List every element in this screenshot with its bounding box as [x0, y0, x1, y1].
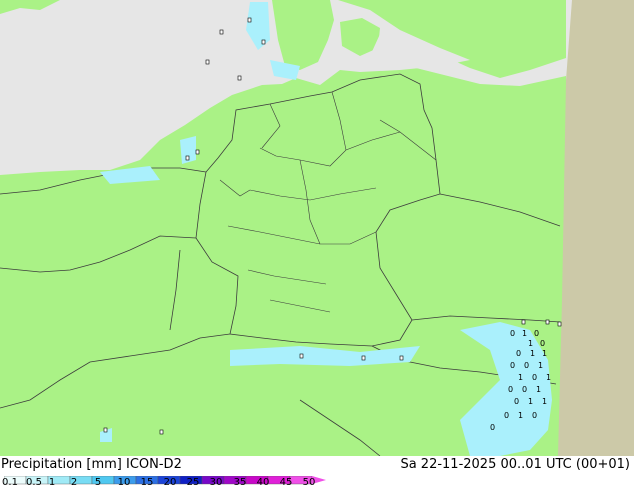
legend-tick-label: 15 [140, 477, 154, 488]
grid-value-label: 1 [538, 361, 543, 370]
grid-value-label: 0 [490, 423, 495, 432]
legend-tick-label: 25 [186, 477, 200, 488]
grid-value-label: 0 [510, 329, 515, 338]
grid-value-label: 0 [516, 349, 521, 358]
grid-value-label: 0 [510, 361, 515, 370]
grid-value-label: 1 [536, 385, 541, 394]
legend-tick-label: 0.1 [2, 477, 18, 488]
legend-tick-label: 2 [70, 477, 78, 488]
legend-tick-label: 0.5 [26, 477, 42, 488]
legend-tick-label: 1 [48, 477, 56, 488]
legend-tick-label: 5 [94, 477, 102, 488]
grid-value-label: 1 [546, 373, 551, 382]
grid-value-label: 1 [522, 329, 527, 338]
grid-value-label: 0 [534, 329, 539, 338]
grid-value-label: 1 [530, 349, 535, 358]
grid-value-label: 1 [518, 373, 523, 382]
valid-time-label: Sa 22-11-2025 00..01 UTC (00+01) [400, 457, 630, 472]
grid-value-label: 0 [540, 339, 545, 348]
grid-value-label: 0 [504, 411, 509, 420]
legend-tick-label: 45 [279, 477, 293, 488]
legend-tick-label: 50 [302, 477, 316, 488]
precipitation-title: Precipitation [mm] ICON-D2 [1, 457, 182, 472]
grid-value-label: 1 [542, 397, 547, 406]
legend-tick-label: 10 [117, 477, 131, 488]
map-footer: Precipitation [mm] ICON-D2 Sa 22-11-2025… [0, 456, 634, 490]
grid-value-label: 0 [514, 397, 519, 406]
grid-value-label: 0 [522, 385, 527, 394]
map-canvas: 0 1 01 00 1 10 0 11 0 10 0 10 1 10 1 00 [0, 0, 634, 456]
legend-tick-label: 35 [233, 477, 247, 488]
legend-tick-label: 40 [256, 477, 270, 488]
grid-value-label: 1 [542, 349, 547, 358]
grid-value-label: 0 [532, 411, 537, 420]
variable-label: Precipitation [mm] [1, 457, 122, 472]
grid-value-label: 1 [528, 339, 533, 348]
outside-domain [558, 0, 634, 456]
grid-value-label: 1 [528, 397, 533, 406]
legend-tick-label: 20 [163, 477, 177, 488]
precipitation-map: 010100110011010010110100 [0, 0, 634, 456]
legend-tick-label: 30 [209, 477, 223, 488]
model-label: ICON-D2 [126, 457, 182, 472]
grid-value-label: 0 [524, 361, 529, 370]
grid-value-label: 1 [518, 411, 523, 420]
grid-value-label: 0 [508, 385, 513, 394]
grid-value-label: 0 [532, 373, 537, 382]
